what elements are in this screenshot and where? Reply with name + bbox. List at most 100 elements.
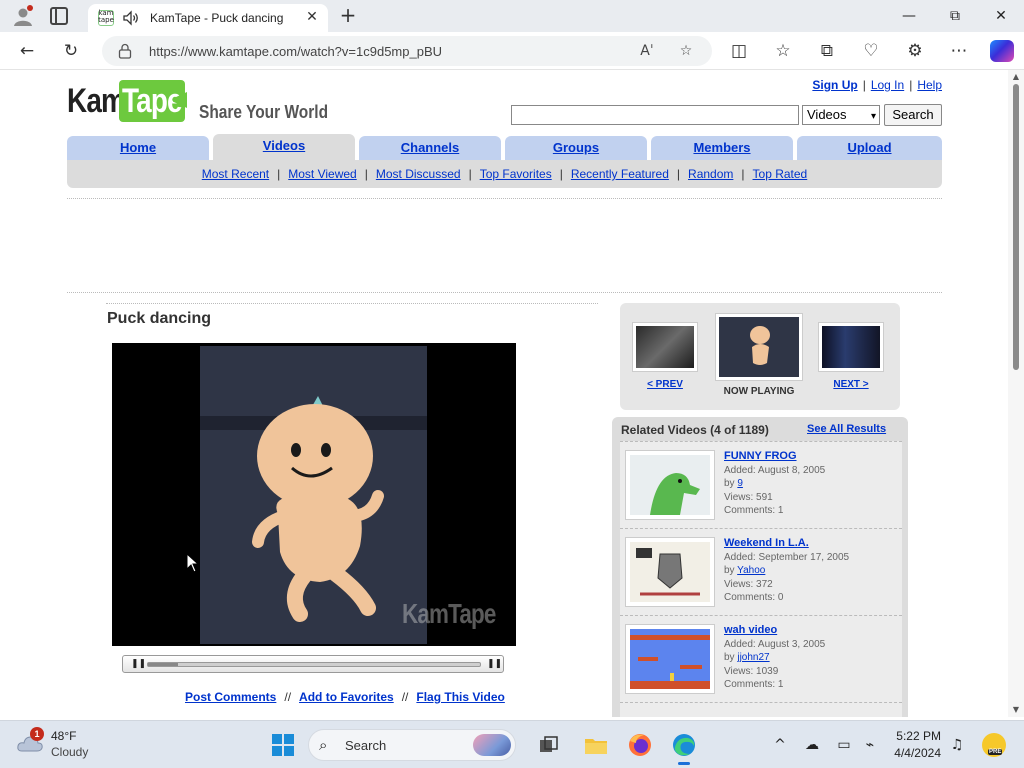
network-icon[interactable]: ⌁	[860, 735, 880, 755]
browser-essentials-icon[interactable]: ♡	[858, 38, 884, 64]
taskbar-search[interactable]: ⌕ Search	[308, 729, 516, 761]
tab-upload-label[interactable]: Upload	[847, 140, 891, 155]
prev-link[interactable]: < PREV	[647, 379, 683, 390]
scroll-down-icon[interactable]: ▼	[1011, 705, 1021, 715]
extensions-icon[interactable]: ⚙	[902, 38, 928, 64]
close-tab-icon[interactable]: ✕	[304, 9, 320, 25]
notification-icon[interactable]: ♫	[947, 735, 967, 755]
tab-home-label[interactable]: Home	[120, 140, 156, 155]
subnav-most-recent[interactable]: Most Recent	[202, 167, 269, 181]
subnav-random[interactable]: Random	[688, 167, 733, 181]
search-category-select[interactable]: Videos ▾	[802, 105, 880, 125]
restore-button[interactable]: ⧉	[932, 0, 978, 32]
start-windows-icon[interactable]	[272, 734, 294, 756]
help-link[interactable]: Help	[917, 78, 942, 92]
url-text[interactable]: https://www.kamtape.com/watch?v=1c9d5mp_…	[149, 44, 442, 59]
next-link[interactable]: NEXT >	[833, 379, 868, 390]
related-title-link[interactable]: Weekend In L.A.	[724, 537, 809, 549]
minimize-button[interactable]: —	[886, 0, 932, 32]
copilot-icon[interactable]	[990, 40, 1014, 62]
subnav-top-favorites[interactable]: Top Favorites	[480, 167, 552, 181]
onedrive-icon[interactable]: ☁	[802, 735, 822, 755]
tab-active[interactable]: kam tape KamTape - Puck dancing ✕	[88, 4, 328, 32]
tab-members-label[interactable]: Members	[693, 140, 750, 155]
post-comments-link[interactable]: Post Comments	[185, 690, 276, 704]
favorites-icon[interactable]: ☆	[770, 38, 796, 64]
clock-time[interactable]: 5:22 PM	[893, 729, 941, 743]
chevron-up-icon[interactable]: ^	[770, 735, 790, 755]
profile-icon[interactable]	[12, 5, 34, 27]
copilot-preview-icon[interactable]: PRE	[982, 733, 1006, 757]
address-bar[interactable]: https://www.kamtape.com/watch?v=1c9d5mp_…	[102, 36, 712, 66]
next-label: NEXT >	[818, 379, 884, 390]
video-title: Puck dancing	[107, 310, 212, 327]
next-video-thumbnail[interactable]	[818, 322, 884, 372]
refresh-icon[interactable]: ↻	[58, 38, 84, 64]
tab-videos-label[interactable]: Videos	[263, 138, 305, 153]
signup-link[interactable]: Sign Up	[812, 78, 857, 92]
related-author: by jjohn27	[724, 652, 770, 663]
tab-members[interactable]: Members	[651, 136, 793, 160]
clock-date[interactable]: 4/4/2024	[885, 746, 941, 760]
related-comments: Comments: 0	[724, 592, 784, 603]
scroll-up-icon[interactable]: ▲	[1011, 72, 1021, 82]
page-scrollbar[interactable]: ▲ ▼	[1008, 70, 1024, 717]
author-link[interactable]: jjohn27	[737, 652, 769, 663]
list-item: Weekend In L.A. Added: September 17, 200…	[620, 529, 902, 616]
file-explorer-icon[interactable]	[580, 729, 612, 761]
firefox-icon[interactable]	[624, 729, 656, 761]
weather-badge: 1	[30, 727, 44, 741]
collections-icon[interactable]: ⧉	[814, 38, 840, 64]
subnav-most-viewed[interactable]: Most Viewed	[288, 167, 356, 181]
lock-icon[interactable]	[118, 43, 132, 59]
tab-home[interactable]: Home	[67, 136, 209, 160]
current-video-thumbnail	[715, 313, 803, 381]
new-tab-icon[interactable]: +	[338, 5, 358, 26]
task-view-icon[interactable]	[532, 729, 564, 761]
subnav-top-rated[interactable]: Top Rated	[753, 167, 808, 181]
author-link[interactable]: 9	[737, 478, 743, 489]
more-icon[interactable]: ⋯	[946, 38, 972, 64]
close-window-button[interactable]: ✕	[978, 0, 1024, 32]
tab-videos[interactable]: Videos	[213, 134, 355, 160]
read-aloud-icon[interactable]: Aˈ	[636, 40, 658, 62]
separator: |	[909, 78, 913, 92]
tab-channels[interactable]: Channels	[359, 136, 501, 160]
subnav-recently-featured[interactable]: Recently Featured	[571, 167, 669, 181]
add-to-favorites-link[interactable]: Add to Favorites	[299, 690, 394, 704]
related-title-link[interactable]: wah video	[724, 624, 777, 636]
tab-channels-label[interactable]: Channels	[401, 140, 460, 155]
video-player[interactable]: KamTape	[112, 343, 516, 646]
weather-temperature[interactable]: 48°F	[51, 729, 76, 743]
tab-groups[interactable]: Groups	[505, 136, 647, 160]
pause-icon[interactable]: ❚❚	[131, 659, 146, 669]
see-all-link[interactable]: See All Results	[807, 423, 886, 435]
login-link[interactable]: Log In	[871, 78, 904, 92]
prev-video-thumbnail[interactable]	[632, 322, 698, 372]
related-author: by Yahoo	[724, 565, 765, 576]
related-thumbnail[interactable]	[625, 624, 715, 694]
favorite-star-icon[interactable]: ☆	[675, 40, 697, 62]
seek-bar[interactable]	[147, 662, 481, 667]
flag-video-link[interactable]: Flag This Video	[416, 690, 504, 704]
weather-condition[interactable]: Cloudy	[51, 745, 88, 759]
search-highlight-icon	[473, 734, 511, 756]
related-thumbnail[interactable]	[625, 537, 715, 607]
search-input[interactable]	[511, 105, 799, 125]
tab-groups-label[interactable]: Groups	[553, 140, 599, 155]
edge-icon[interactable]	[668, 729, 700, 765]
video-actions: Post Comments // Add to Favorites // Flag Th…	[185, 690, 505, 704]
back-icon[interactable]: ←	[14, 38, 40, 64]
mute-icon[interactable]	[122, 9, 140, 27]
search-button[interactable]: Search	[884, 104, 942, 126]
related-title-link[interactable]: FUNNY FROG	[724, 450, 797, 462]
split-screen-icon[interactable]: ◫	[726, 38, 752, 64]
volume-icon[interactable]: ❚❚	[487, 659, 502, 669]
tab-actions-icon[interactable]	[50, 7, 68, 25]
display-icon[interactable]: ▭	[834, 735, 854, 755]
related-thumbnail[interactable]	[625, 450, 715, 520]
author-link[interactable]: Yahoo	[737, 565, 765, 576]
subnav-most-discussed[interactable]: Most Discussed	[376, 167, 461, 181]
tab-upload[interactable]: Upload	[797, 136, 942, 160]
scrollbar-thumb[interactable]	[1013, 84, 1019, 370]
